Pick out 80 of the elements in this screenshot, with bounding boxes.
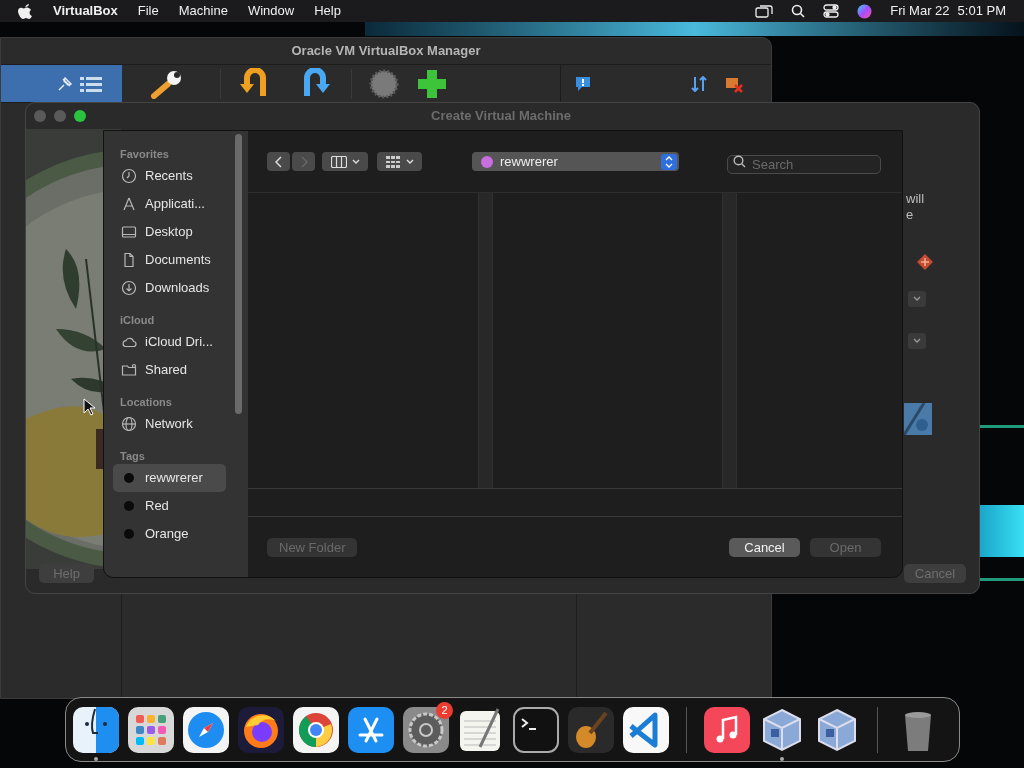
download-icon [121, 280, 137, 296]
window-title: Oracle VM VirtualBox Manager [291, 42, 481, 61]
plus-icon[interactable] [416, 67, 448, 100]
chevron-down-icon[interactable] [908, 291, 926, 307]
os-logo-icon [904, 403, 932, 435]
gear-icon[interactable] [403, 706, 449, 753]
starburst-icon[interactable] [368, 67, 400, 100]
compass-icon[interactable] [183, 706, 229, 753]
menu-item[interactable]: Window [247, 1, 295, 21]
pointer-icon [83, 398, 95, 416]
windows-icon[interactable] [755, 4, 774, 18]
orb-icon[interactable] [857, 3, 873, 19]
caret-icon [406, 158, 414, 165]
terminal-icon[interactable] [513, 706, 559, 753]
app-grid-icon[interactable] [128, 706, 174, 753]
grid-icon [385, 155, 401, 168]
wallpaper-band [980, 505, 1024, 557]
guitar-icon[interactable] [568, 706, 614, 753]
code-icon[interactable] [623, 706, 669, 753]
smiling-face-icon[interactable] [73, 706, 119, 753]
sidebar-item[interactable]: iCloud Dri... [113, 328, 226, 356]
globe-icon [121, 416, 137, 432]
menu-item[interactable]: Help [314, 1, 341, 21]
sidebar-item[interactable]: Documents [113, 246, 226, 274]
sidebar-item[interactable]: Orange [113, 520, 226, 548]
body-text: will [906, 191, 926, 207]
back-button[interactable] [267, 152, 290, 171]
chevron-right-icon [299, 155, 308, 168]
sidebar-item[interactable]: Red [113, 492, 226, 520]
sidebar-item[interactable]: rewwrerer [113, 464, 226, 492]
caret-icon [351, 158, 360, 165]
section-header: Favorites [119, 147, 170, 162]
compass-a-icon [121, 196, 137, 212]
a-shape-icon[interactable] [348, 706, 394, 753]
sidebar-item[interactable]: Shared [113, 356, 226, 384]
menu-item[interactable]: VirtualBox [53, 1, 118, 21]
menu-item[interactable]: Machine [178, 1, 228, 21]
stepper-icon [661, 153, 677, 170]
sidebar-item[interactable]: Applicati... [113, 190, 226, 218]
columns-icon [330, 155, 347, 168]
apple-icon[interactable] [18, 3, 32, 19]
ring-icon[interactable] [293, 706, 339, 753]
sidebar-item[interactable]: Recents [113, 162, 226, 190]
music-note-icon[interactable] [704, 706, 750, 753]
chevron-left-icon [274, 155, 283, 168]
section-header: Locations [119, 395, 173, 410]
menu-date: Fri Mar 22 [890, 2, 950, 21]
search-icon[interactable] [791, 4, 806, 18]
shared-folder-icon [121, 362, 137, 378]
chevron-down-icon[interactable] [908, 333, 926, 349]
wallpaper-line [980, 578, 1024, 581]
zoom-button[interactable] [74, 110, 86, 122]
sort-icon[interactable] [691, 75, 707, 92]
window-title: Create Virtual Machine [430, 107, 572, 126]
toggles-icon[interactable] [823, 4, 840, 18]
cancel-button[interactable]: Cancel [729, 537, 800, 557]
notification-badge: 2 [436, 701, 453, 719]
desktop-icon [121, 224, 137, 240]
body-text: e [906, 207, 915, 223]
sidebar-item[interactable]: Downloads [113, 274, 226, 302]
columns-view-button[interactable] [322, 152, 368, 171]
section-header: Tags [119, 449, 146, 464]
section-header: iCloud [119, 313, 156, 328]
document-icon [121, 252, 137, 268]
fox-globe-icon[interactable] [238, 706, 284, 753]
sidebar-item[interactable]: Desktop [113, 218, 226, 246]
list-icon[interactable] [80, 75, 102, 92]
search-icon [733, 155, 746, 168]
wrench-icon[interactable] [150, 68, 184, 99]
menu-item[interactable]: File [137, 1, 159, 21]
pin-icon[interactable] [56, 74, 74, 93]
location-popup[interactable]: rewwrerer [472, 152, 679, 171]
group-view-button[interactable] [377, 152, 422, 171]
menu-time: 5:01 PM [957, 2, 1006, 21]
wallpaper-line [980, 425, 1024, 428]
sidebar-item[interactable]: Network [113, 410, 226, 438]
clock-icon [121, 168, 137, 184]
info-bubble-icon[interactable] [575, 75, 591, 92]
search-field[interactable]: Search [727, 155, 881, 175]
diamond-icon [917, 254, 933, 270]
